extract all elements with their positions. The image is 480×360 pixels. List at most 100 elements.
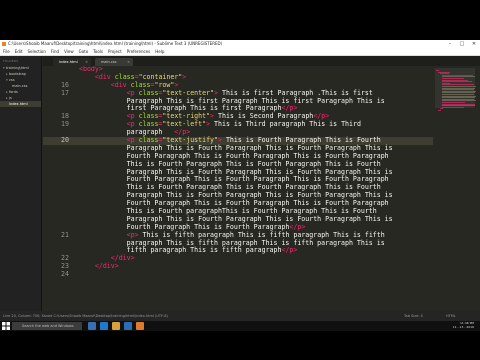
text-token: Paragraph This is first Paragraph This i… [79,96,385,105]
code-line: 24 [43,270,433,279]
html-tag-token: div [102,262,115,271]
windows-start-icon[interactable] [2,322,10,330]
minimap-line [442,106,464,108]
text-token: Paragraph This is Fourth Paragraph This … [79,143,393,152]
string-token: "text-left" [162,120,207,129]
html-tag-token: < [79,120,131,129]
menu-preferences[interactable]: Preferences [127,48,151,56]
window-title: C:\Users\Shoaib Maaruf\Desktop\training\… [8,41,223,46]
text-token: Fourth Paragraph This is Fourth Paragrap… [79,151,389,160]
tab-size-indicator[interactable]: Tab Size: 4 [404,311,423,321]
task-view-icon[interactable] [88,322,96,330]
sidebar-folder-tree: ▾training\html ▸bootstrap ▾css main.css ▸fon… [0,65,41,107]
text-token: Paragraph This is Fourth Paragraph This … [79,167,393,176]
minimize-icon[interactable]: – [444,40,456,48]
edge-browser-icon[interactable] [100,322,108,330]
html-tag-token: < [79,136,131,145]
taskbar-search-box[interactable]: Search the web and Windows [12,322,82,330]
html-tag-token: div [114,80,127,89]
menu-help[interactable]: Help [155,48,164,56]
tab-index-html[interactable]: index.html × [53,58,91,66]
line-number: 24 [61,270,69,279]
minimap-line [438,110,441,111]
menu-find[interactable]: Find [51,48,59,56]
line-number: 21 [61,230,69,239]
text-token: first Paragraph This is first Paragraph [79,104,282,113]
text-token: This is Third paragraph This is Third [210,120,361,129]
html-tag-token: < [79,72,99,81]
code-editor[interactable]: <body> <div class="container"> 16 <div cl… [43,66,433,311]
sublime-app-icon [2,42,6,46]
code-text: </div> [79,262,119,271]
string-token: "container" [138,72,183,81]
html-tag-token: div [98,72,111,81]
sidebar-item-label: js [9,96,12,100]
text-token: paragraph [79,128,175,137]
attribute-token: class [134,112,159,121]
text-token: paragraph This is fifth paragraph This i… [79,238,385,247]
sidebar-item-label: index.html [9,102,28,106]
syntax-indicator[interactable]: HTML [446,311,456,321]
text-token: Paragraph This is Fourth Paragraph This … [79,214,393,223]
text-token: This is Fourth paragraphThis is Fourth P… [79,207,377,216]
html-tag-token: </ [79,262,103,271]
attribute-token: class [126,80,151,89]
html-tag-token: < [79,80,115,89]
clock-date: 11 - 13 - 2016 [452,325,474,329]
html-tag-token: div [118,254,131,263]
sublime-window: C:\Users\Shoaib Maaruf\Desktop\training\… [0,40,480,321]
attribute-token: class [134,136,159,145]
html-tag-token: </p> [174,128,191,137]
sidebar-item-label: training\html [6,66,29,70]
attribute-token: class [134,88,159,97]
menu-goto[interactable]: Goto [79,48,89,56]
menu-view[interactable]: View [64,48,74,56]
code-lines: <body> <div class="container"> 16 <div cl… [43,66,433,279]
file-explorer-icon[interactable] [112,322,120,330]
line-number: 19 [61,120,69,129]
tab-close-icon[interactable]: × [85,58,88,66]
menu-bar: File Edit Selection Find View Goto Tools Projec… [0,48,480,56]
html-tag-token: > [114,262,119,271]
sublime-taskbar-icon[interactable] [136,322,144,330]
tab-label: main.css [101,60,117,64]
system-tray-clock[interactable]: 11:46 PM 11 - 13 - 2016 [453,321,474,329]
text-token: This is Fourth Paragraph This is Fourth [221,136,381,145]
attribute-token: class [134,120,159,129]
taskbar-bar: Search the web and Windows 11:46 PM 11 -… [0,321,480,331]
sidebar-item-label: fonts [9,90,18,94]
text-token: Fourth Paragraph This is Fourth Paragrap… [79,175,389,184]
menu-tools[interactable]: Tools [93,48,103,56]
html-tag-token: </p> [313,112,330,121]
text-token: fifth paragraph This is fifth paragraph [79,246,282,255]
maximize-icon[interactable]: □ [456,40,468,48]
menu-project[interactable]: Project [108,48,122,56]
tab-close-icon[interactable]: × [127,58,130,66]
html-tag-token: > [182,72,187,81]
html-tag-token: < [79,88,131,97]
store-icon[interactable] [124,322,132,330]
text-token: This is fifth paragraph This is fifth pa… [138,230,385,239]
html-tag-token: > [130,254,135,263]
minimap[interactable] [433,66,480,311]
html-tag-token: < [79,230,131,239]
search-box-placeholder: Search the web and Windows [22,324,74,328]
text-token: This is first Paragraph .This is first [218,88,373,97]
html-tag-token: </p> [289,222,306,231]
title-bar[interactable]: C:\Users\Shoaib Maaruf\Desktop\training\… [0,40,480,48]
close-icon[interactable]: ✕ [468,40,480,48]
sidebar-item-index-html[interactable]: index.html [0,101,41,107]
tab-main-css[interactable]: main.css × [95,58,133,66]
menu-selection[interactable]: Selection [27,48,45,56]
text-token: Fourth Paragraph This is Fourth Paragrap… [79,222,290,231]
string-token: "text-center" [162,88,215,97]
code-line: 23 </div> [43,262,433,271]
menu-edit[interactable]: Edit [15,48,23,56]
html-tag-token: </p> [281,246,298,255]
html-tag-token: > [174,80,179,89]
text-token: This is Fourth Paragraph This is Fourth … [79,159,381,168]
html-tag-token: </ [79,254,119,263]
sidebar: FOLDERS ▾training\html ▸bootstrap ▾css main… [0,56,42,311]
menu-file[interactable]: File [3,48,10,56]
text-token: This is Second Paragraph [214,112,314,121]
